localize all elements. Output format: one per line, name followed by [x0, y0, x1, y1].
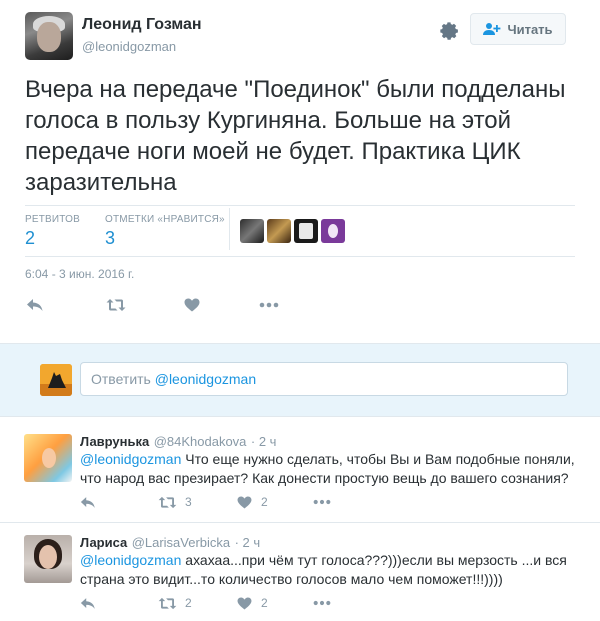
liker-avatar[interactable]	[267, 219, 291, 243]
follow-button-label: Читать	[507, 21, 553, 37]
reply-author-handle[interactable]: @LarisaVerbicka	[132, 535, 230, 550]
reply-input-placeholder: Ответить	[91, 371, 151, 387]
divider	[0, 522, 600, 523]
tweet-text: Вчера на передаче "Поединок" были поддел…	[25, 76, 566, 196]
follow-button[interactable]: Читать	[470, 13, 566, 45]
more-dots-icon	[259, 302, 279, 308]
reply-action[interactable]	[80, 492, 96, 512]
reply-action[interactable]	[80, 593, 96, 613]
reply-author-name[interactable]: Лаврунька	[80, 434, 149, 449]
reply-time[interactable]: · 2 ч	[251, 434, 277, 449]
more-action[interactable]	[259, 295, 279, 315]
current-user-avatar	[40, 364, 72, 396]
reply-header: Лариса @LarisaVerbicka · 2 ч	[80, 534, 260, 552]
like-action[interactable]: 2	[237, 593, 268, 613]
reply-header: Лаврунька @84Khodakova · 2 ч	[80, 433, 276, 451]
like-action[interactable]: 2	[237, 492, 268, 512]
like-count: 2	[261, 495, 268, 509]
more-dots-icon	[313, 499, 331, 505]
more-action[interactable]	[313, 492, 331, 512]
liker-avatar[interactable]	[294, 219, 318, 243]
reply-author-name[interactable]: Лариса	[80, 535, 127, 550]
reply-text: @leonidgozman ахахаа...при чём тут голос…	[80, 551, 578, 589]
retweets-count[interactable]: 2	[25, 228, 35, 249]
heart-icon	[237, 495, 252, 509]
reply-icon	[26, 298, 44, 312]
reply-input-mention: @leonidgozman	[154, 371, 257, 387]
stats-separator	[229, 208, 230, 250]
retweet-icon	[158, 496, 177, 509]
retweet-action[interactable]	[106, 295, 126, 315]
retweet-action[interactable]: 2	[158, 593, 192, 613]
tweet-timestamp[interactable]: 6:04 - 3 июн. 2016 г.	[25, 267, 134, 281]
author-handle[interactable]: @leonidgozman	[82, 39, 176, 54]
reply-author-handle[interactable]: @84Khodakova	[154, 434, 247, 449]
reply-mention[interactable]: @leonidgozman	[80, 552, 181, 568]
reply-icon	[80, 597, 96, 610]
add-user-icon	[483, 22, 501, 36]
heart-icon	[237, 596, 252, 610]
reply-input[interactable]: Ответить @leonidgozman	[80, 362, 568, 396]
retweet-action[interactable]: 3	[158, 492, 192, 512]
gear-icon[interactable]	[436, 18, 462, 44]
like-count: 2	[261, 596, 268, 610]
author-avatar[interactable]	[25, 12, 73, 60]
reply-author-avatar[interactable]	[24, 434, 72, 482]
reply-action[interactable]	[26, 295, 44, 315]
reply-author-avatar[interactable]	[24, 535, 72, 583]
reply-time[interactable]: · 2 ч	[235, 535, 261, 550]
liker-avatar[interactable]	[240, 219, 264, 243]
reply-icon	[80, 496, 96, 509]
reply-text: @leonidgozman Что еще нужно сделать, что…	[80, 450, 578, 488]
retweet-count: 2	[185, 596, 192, 610]
divider	[25, 256, 575, 257]
divider	[25, 205, 575, 206]
retweet-icon	[106, 298, 126, 312]
author-name[interactable]: Леонид Гозман	[82, 16, 202, 34]
liker-avatar[interactable]	[321, 219, 345, 243]
like-action[interactable]	[184, 295, 200, 315]
likes-label: ОТМЕТКИ «НРАВИТСЯ»	[105, 214, 225, 225]
more-action[interactable]	[313, 593, 331, 613]
reply-mention[interactable]: @leonidgozman	[80, 451, 181, 467]
more-dots-icon	[313, 600, 331, 606]
heart-icon	[184, 298, 200, 312]
likes-count[interactable]: 3	[105, 228, 115, 249]
retweet-icon	[158, 597, 177, 610]
retweet-count: 3	[185, 495, 192, 509]
retweets-label: РЕТВИТОВ	[25, 214, 81, 225]
